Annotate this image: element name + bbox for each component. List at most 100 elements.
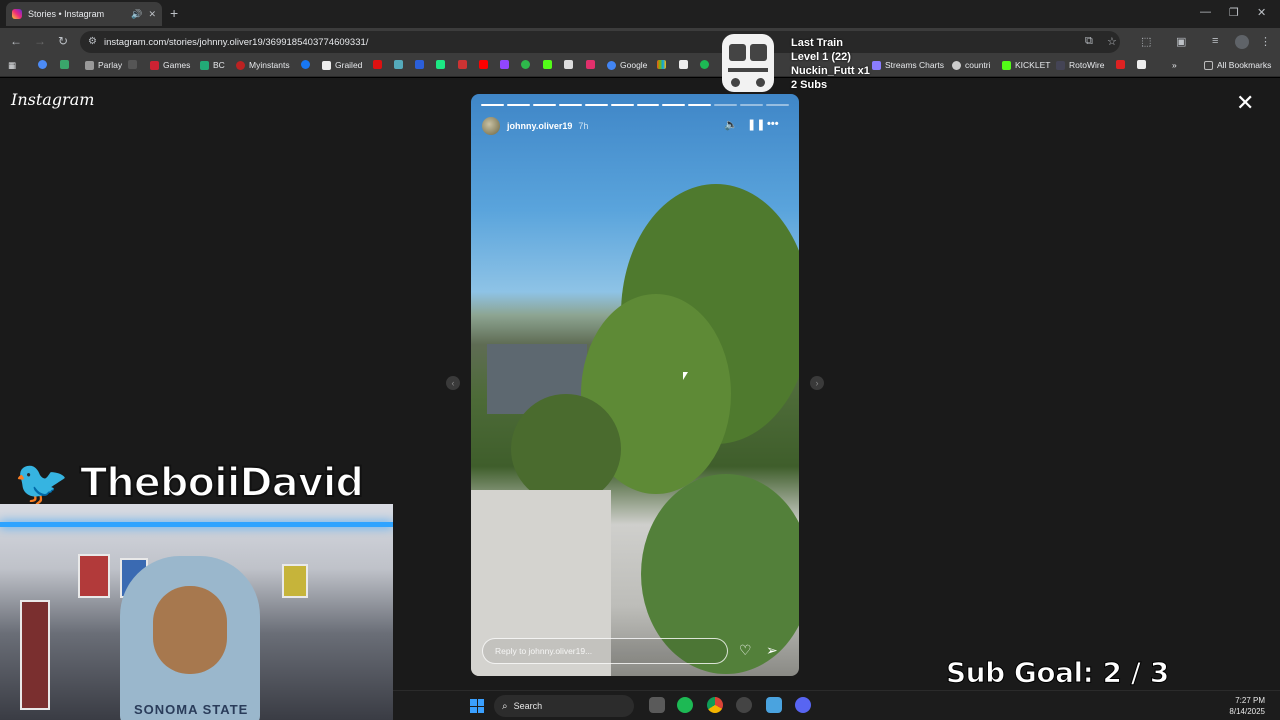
- prev-story-arrow-icon[interactable]: ‹: [446, 376, 460, 390]
- more-options-icon[interactable]: •••: [767, 118, 779, 130]
- bookmark-countri-label: countri: [965, 60, 991, 70]
- bookmark-icon-11[interactable]: [1137, 60, 1150, 69]
- bookmark-icon-facebook[interactable]: [301, 60, 314, 69]
- bookmark-parlay[interactable]: Parlay: [85, 60, 122, 70]
- bookmark-parlay-label: Parlay: [98, 60, 123, 70]
- extensions-icon[interactable]: ⬚: [1141, 35, 1151, 48]
- new-tab-button[interactable]: +: [170, 5, 178, 21]
- instagram-logo[interactable]: Instagram: [11, 90, 94, 109]
- chrome-icon[interactable]: [707, 697, 723, 713]
- bookmark-rotowire[interactable]: RotoWire: [1056, 60, 1104, 70]
- app-icon-obs[interactable]: [736, 697, 752, 713]
- bookmark-star-icon[interactable]: ☆: [1107, 35, 1117, 48]
- close-story-icon[interactable]: ✕: [1236, 92, 1254, 114]
- bookmark-icon-7[interactable]: [521, 60, 534, 69]
- bookmarks-bar: ▦ Parlay Games BC Myinstants Grailed Goo…: [0, 56, 1280, 77]
- all-bookmarks-label: All Bookmarks: [1217, 60, 1272, 70]
- profile-avatar[interactable]: [1235, 35, 1249, 49]
- bookmark-icon-instagram[interactable]: [586, 60, 599, 69]
- bookmark-icon-supreme[interactable]: [373, 60, 386, 69]
- site-info-icon[interactable]: ⚙: [88, 36, 97, 47]
- bookmark-icon-1[interactable]: [38, 60, 51, 69]
- tab-instagram-stories[interactable]: Stories • Instagram 🔊 ✕: [6, 2, 162, 26]
- restore-icon[interactable]: ❐: [1229, 6, 1239, 19]
- clock-time: 7:27 PM: [1235, 696, 1265, 705]
- bookmark-bc[interactable]: BC: [200, 60, 225, 70]
- all-bookmarks[interactable]: All Bookmarks: [1204, 60, 1271, 70]
- bookmark-icon-youtube[interactable]: [479, 60, 492, 69]
- mute-icon[interactable]: 🔈: [724, 118, 738, 131]
- bookmark-icon-2[interactable]: [60, 60, 73, 69]
- story-media[interactable]: johnny.oliver19 7h 🔈 ❚❚ ••• Reply to joh…: [471, 94, 799, 676]
- bookmark-icon-9[interactable]: [679, 60, 692, 69]
- bookmark-myinstants[interactable]: Myinstants: [236, 60, 290, 70]
- back-icon[interactable]: ←: [10, 34, 22, 48]
- bookmarks-overflow-icon[interactable]: »: [1172, 60, 1177, 70]
- bookmark-icon-5[interactable]: [415, 60, 428, 69]
- share-send-icon[interactable]: ➢: [766, 642, 778, 659]
- taskbar-search[interactable]: ⌕ Search: [494, 695, 634, 717]
- url-text: instagram.com/stories/johnny.oliver19/36…: [104, 36, 369, 48]
- bookmark-icon-6[interactable]: [458, 60, 471, 69]
- pause-icon[interactable]: ❚❚: [747, 118, 765, 131]
- media-controls-icon[interactable]: ≡: [1212, 35, 1218, 47]
- train-icon: [722, 34, 774, 92]
- train-window-left: [729, 44, 746, 61]
- story-progress-segment: [532, 104, 556, 106]
- bookmark-icon-x[interactable]: [564, 60, 577, 69]
- bookmark-countri[interactable]: countri: [952, 60, 991, 70]
- bookmark-icon-spotify[interactable]: [700, 60, 713, 69]
- side-panel-icon[interactable]: ▣: [1176, 35, 1186, 48]
- search-icon: ⌕: [502, 700, 508, 712]
- story-progress-segment: [662, 104, 686, 106]
- story-progress-bar: [481, 104, 790, 106]
- bookmark-icon-10[interactable]: [1116, 60, 1129, 69]
- tab-close-icon[interactable]: ✕: [148, 9, 156, 20]
- bookmark-kicklet[interactable]: KICKLET: [1002, 60, 1050, 70]
- story-progress-segment: [584, 104, 608, 106]
- bookmark-grailed[interactable]: Grailed: [322, 60, 362, 70]
- apps-grid-icon[interactable]: ▦: [8, 60, 16, 71]
- bookmark-streams-charts-label: Streams Charts: [885, 60, 945, 70]
- story-progress-segment: [481, 104, 504, 106]
- window-close-icon[interactable]: ✕: [1257, 6, 1266, 19]
- bookmark-icon-3[interactable]: [128, 60, 141, 69]
- task-view-icon[interactable]: [649, 697, 665, 713]
- train-window-right: [750, 44, 767, 61]
- story-reply-input[interactable]: Reply to johnny.oliver19...: [482, 638, 728, 664]
- story-progress-segment: [558, 104, 582, 106]
- bookmark-icon-twitch[interactable]: [500, 60, 513, 69]
- bookmark-icon-4[interactable]: [394, 60, 407, 69]
- like-heart-icon[interactable]: ♡: [739, 642, 752, 659]
- address-bar[interactable]: ⚙ instagram.com/stories/johnny.oliver19/…: [80, 31, 1120, 53]
- bookmark-games[interactable]: Games: [150, 60, 190, 70]
- bookmark-kicklet-label: KICKLET: [1015, 60, 1051, 70]
- tab-title: Stories • Instagram: [28, 9, 105, 19]
- twitter-bird-icon: 🐦: [14, 459, 69, 508]
- bookmark-icon-kick[interactable]: [543, 60, 556, 69]
- bookmark-google[interactable]: Google: [607, 60, 647, 70]
- train-subs: 2 Subs: [791, 79, 828, 91]
- install-app-icon[interactable]: ⧉: [1085, 35, 1093, 48]
- story-username[interactable]: johnny.oliver19: [507, 121, 572, 131]
- bookmark-icon-8[interactable]: [657, 60, 670, 69]
- minimize-icon[interactable]: —: [1200, 6, 1211, 18]
- spotify-icon[interactable]: [677, 697, 693, 713]
- bookmark-icon-hulu[interactable]: [436, 60, 449, 69]
- streamer-face: [153, 586, 227, 674]
- discord-icon[interactable]: [795, 697, 811, 713]
- windows-start-icon[interactable]: [470, 699, 484, 713]
- train-level: Level 1 (22): [791, 51, 851, 63]
- story-user-avatar[interactable]: [482, 117, 500, 135]
- forward-icon[interactable]: →: [34, 34, 46, 48]
- tab-audio-icon[interactable]: 🔊: [131, 9, 142, 20]
- bush-image: [511, 394, 621, 504]
- reload-icon[interactable]: ↻: [58, 34, 68, 48]
- bookmark-streams-charts[interactable]: Streams Charts: [872, 60, 944, 70]
- system-clock[interactable]: 7:27 PM 8/14/2025: [1215, 695, 1265, 717]
- webcam-feed: SONOMA STATE: [0, 504, 393, 720]
- app-icon-files[interactable]: [766, 697, 782, 713]
- menu-kebab-icon[interactable]: ⋮: [1260, 35, 1271, 48]
- mouse-cursor-icon: [683, 372, 692, 380]
- next-story-arrow-icon[interactable]: ›: [810, 376, 824, 390]
